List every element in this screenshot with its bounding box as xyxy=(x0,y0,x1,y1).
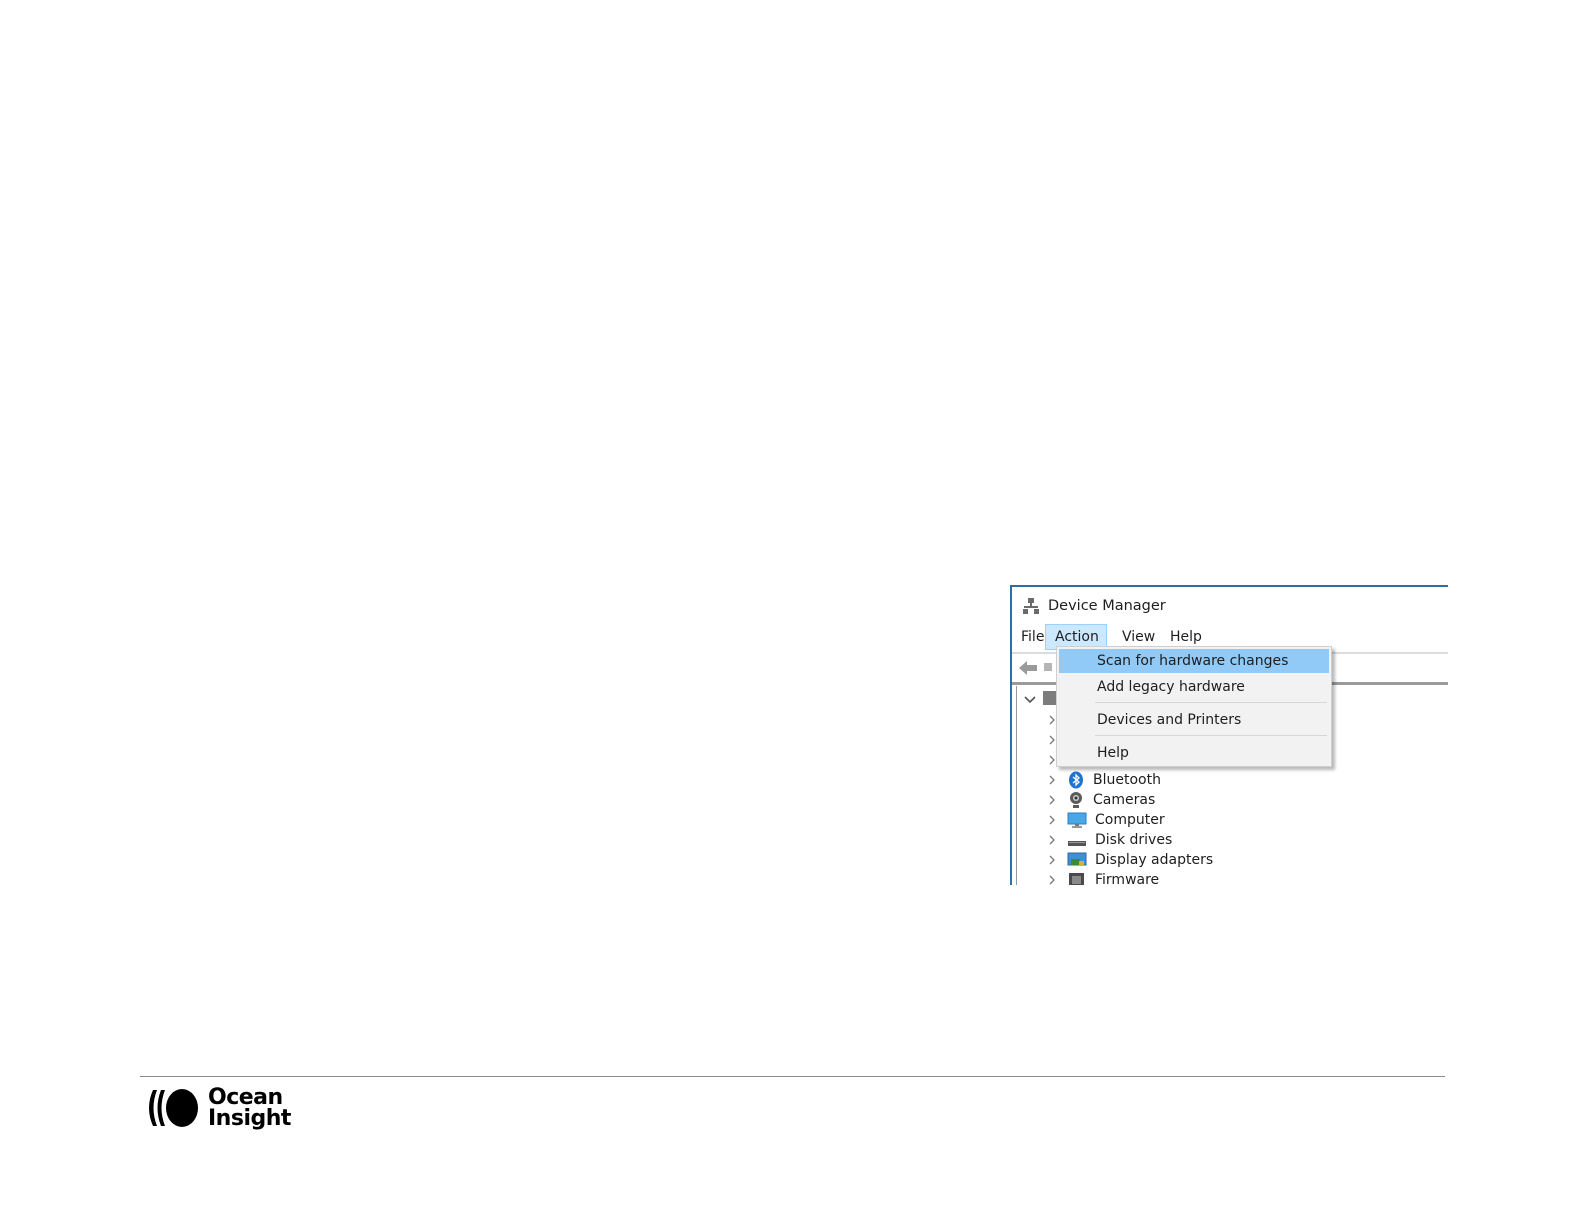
back-arrow-icon[interactable] xyxy=(1018,659,1040,677)
display-adapter-icon xyxy=(1067,851,1087,869)
tree-label: Bluetooth xyxy=(1093,772,1161,788)
tree-label: Disk drives xyxy=(1095,832,1173,848)
tree-root[interactable] xyxy=(1023,688,1057,708)
menu-separator xyxy=(1095,735,1327,736)
expand-chevron-icon[interactable] xyxy=(1047,875,1057,885)
action-context-menu: Scan for hardware changes Add legacy har… xyxy=(1056,646,1332,767)
menu-item-scan-for-hardware-changes[interactable]: Scan for hardware changes xyxy=(1059,649,1329,673)
footer-rule xyxy=(140,1076,1445,1077)
expand-chevron-icon[interactable] xyxy=(1047,795,1057,805)
collapse-chevron-icon[interactable] xyxy=(1023,692,1037,704)
bluetooth-icon xyxy=(1067,771,1085,789)
monitor-icon xyxy=(1067,811,1087,829)
expand-chevron-icon[interactable] xyxy=(1047,815,1057,825)
tree-item-computer[interactable]: Computer xyxy=(1047,810,1165,830)
menu-item-add-legacy-hardware[interactable]: Add legacy hardware xyxy=(1059,675,1329,699)
menu-item-help[interactable]: Help xyxy=(1059,741,1329,765)
ocean-insight-logo: Ocean Insight xyxy=(143,1085,313,1135)
tree-item-bluetooth[interactable]: Bluetooth xyxy=(1047,770,1161,790)
tree-item-disk-drives[interactable]: Disk drives xyxy=(1047,830,1172,850)
tree-item-display-adapters[interactable]: Display adapters xyxy=(1047,850,1213,870)
tree-label: Cameras xyxy=(1093,792,1156,808)
tree-label: Firmware xyxy=(1095,872,1160,885)
expand-chevron-icon[interactable] xyxy=(1047,855,1057,865)
tree-item-firmware[interactable]: Firmware xyxy=(1047,870,1159,885)
logo-word-insight: Insight xyxy=(208,1106,291,1131)
title-bar: Device Manager xyxy=(1022,595,1166,617)
disk-drive-icon xyxy=(1067,831,1087,849)
window-title: Device Manager xyxy=(1048,598,1166,614)
menu-separator xyxy=(1095,702,1327,703)
expand-chevron-icon[interactable] xyxy=(1047,835,1057,845)
logo-mark-icon xyxy=(149,1089,198,1127)
expand-chevron-icon[interactable] xyxy=(1047,775,1057,785)
computer-root-icon xyxy=(1043,691,1057,705)
device-manager-icon xyxy=(1022,597,1040,615)
forward-arrow-icon[interactable] xyxy=(1044,663,1052,671)
tree-label: Computer xyxy=(1095,812,1165,828)
tree-item-cameras[interactable]: Cameras xyxy=(1047,790,1155,810)
menu-item-devices-and-printers[interactable]: Devices and Printers xyxy=(1059,708,1329,732)
tree-label: Display adapters xyxy=(1095,852,1214,868)
firmware-icon xyxy=(1067,871,1087,885)
camera-icon xyxy=(1067,791,1085,809)
